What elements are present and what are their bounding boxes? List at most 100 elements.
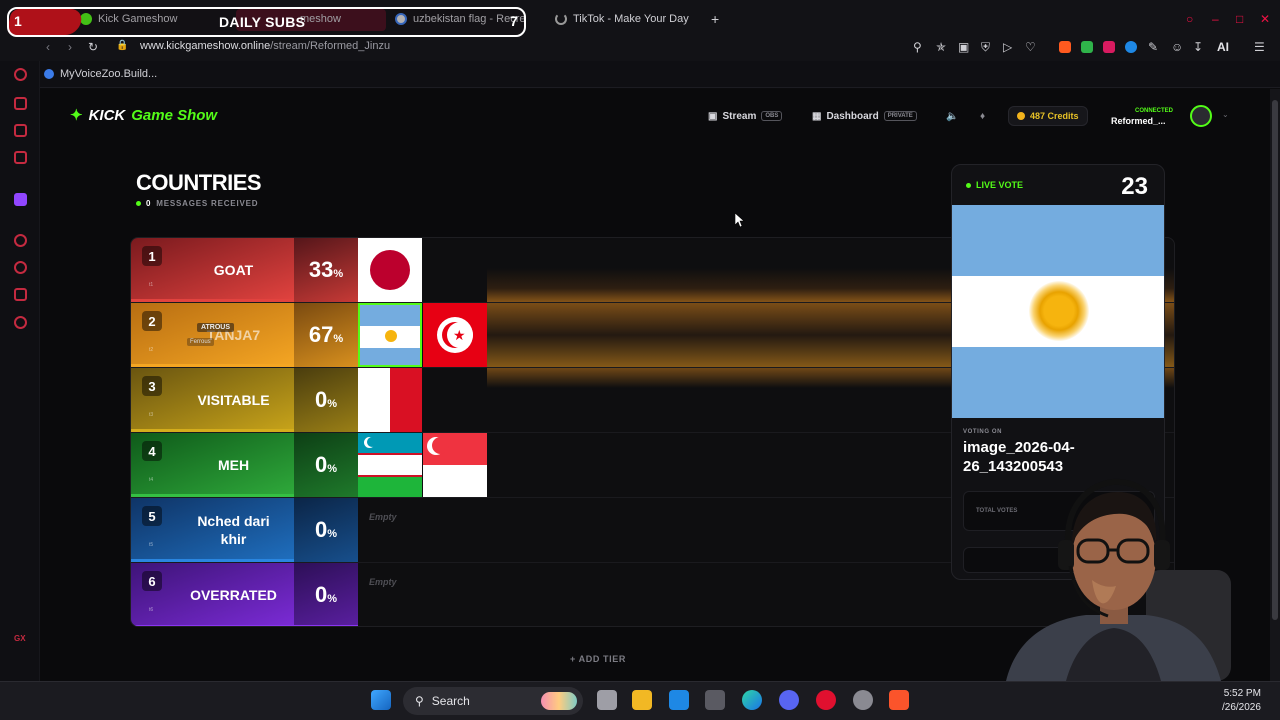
lock-icon: 🔒 (116, 40, 129, 51)
tier-sub: t4 (149, 477, 154, 483)
uzbekistan-flag-item[interactable] (358, 433, 422, 497)
tier-underbar (131, 364, 294, 367)
pct-symbol: % (327, 528, 338, 540)
sidebar-palette-icon[interactable] (14, 124, 27, 137)
sidebar-twitch-icon[interactable] (14, 193, 27, 206)
taskbar-file-explorer-icon[interactable] (632, 690, 652, 710)
pin-icon[interactable]: ✯ (936, 40, 946, 54)
reload-icon[interactable]: ↻ (88, 40, 98, 54)
taskbar-brave-icon[interactable] (889, 690, 909, 710)
search-tabs-icon[interactable]: ○ (1186, 12, 1193, 26)
add-tier-button[interactable]: + ADD TIER (570, 654, 626, 664)
tier-sub: t1 (149, 282, 154, 288)
taskbar-store-icon[interactable] (669, 690, 689, 710)
extensions-puzzle-icon[interactable]: ✎ (1148, 40, 1158, 54)
page-scroll-thumb[interactable] (1272, 100, 1278, 620)
obs-tag: OBS (761, 111, 783, 121)
url-domain: www.kickgameshow.online (140, 40, 271, 52)
tier-rank: 3 (142, 376, 162, 396)
tier-label-block[interactable]: 3 t3 VISITABLE (131, 368, 294, 432)
tier-pct-value: 0 (314, 517, 328, 542)
taskbar-search[interactable]: ⚲ Search (403, 687, 583, 715)
ai-button[interactable]: AI (1217, 40, 1229, 54)
sidebar-settings-icon[interactable] (14, 316, 27, 329)
kick-gameshow-logo[interactable]: ✦ KICK Game Show (70, 106, 218, 125)
sound-icon[interactable]: 🔈 (946, 106, 958, 126)
sidebar-player-icon[interactable] (14, 234, 27, 247)
japan-flag-item[interactable] (358, 238, 422, 302)
ai-label: AI (1217, 40, 1229, 54)
new-tab-button[interactable]: + (711, 6, 719, 32)
credits-badge[interactable]: 487 Credits (1008, 106, 1088, 126)
taskbar-clock[interactable]: 5:52 PM /26/2026 (1222, 687, 1261, 715)
tier-pct-value: 0 (314, 387, 328, 412)
heart-icon[interactable]: ♡ (1025, 40, 1036, 54)
extension-blue-icon[interactable] (1125, 41, 1137, 53)
taskbar-desktop-icon[interactable] (597, 690, 617, 710)
voting-flag-image (952, 205, 1164, 418)
sidebar-store-icon[interactable] (14, 97, 27, 110)
sidebar-extensions-icon[interactable] (14, 288, 27, 301)
tier-name: Nched dari khir (197, 512, 270, 547)
dragging-label-top: ATROUS (197, 323, 235, 332)
extension-orange-icon[interactable] (1059, 41, 1071, 53)
stream-nav-button[interactable]: ▣ Stream OBS (708, 106, 783, 126)
peru-flag-item[interactable] (358, 368, 422, 432)
singapore-stripe-white (423, 465, 487, 497)
tier-label-block[interactable]: 4 t4 MEH (131, 433, 294, 497)
snapshot-icon[interactable]: ▣ (958, 40, 969, 54)
tier-underbar (131, 559, 294, 562)
tier-label-block[interactable]: 2 t2 TANJA7 ATROUS Ferrous (131, 303, 294, 367)
tier-label-block[interactable]: 5 t5 Nched dari khir (131, 498, 294, 562)
taskbar-app-icon[interactable] (705, 690, 725, 710)
download-icon[interactable]: ↧ (1193, 40, 1203, 54)
tier-underbar (131, 494, 294, 497)
bell-icon[interactable]: ♦ (980, 106, 985, 126)
tunisia-star-icon: ★ (453, 327, 466, 343)
zoom-icon[interactable]: ⚲ (913, 40, 922, 54)
bookmark-myvoicezoo[interactable]: MyVoiceZoo.Build... (44, 68, 157, 80)
stream-nav-label: Stream (722, 110, 757, 122)
user-menu[interactable]: CONNECTED Reformed_... ⌄ (1102, 102, 1234, 130)
tier-pct-value: 33 (308, 257, 334, 282)
loading-spinner-icon (555, 13, 567, 25)
bookmark-favicon-icon (44, 69, 54, 79)
menu-icon[interactable]: ☰ (1254, 40, 1265, 54)
chevron-down-icon: ⌄ (1222, 110, 1229, 119)
pct-symbol: % (327, 398, 338, 410)
argentina-flag-item[interactable] (358, 303, 422, 367)
dashboard-nav-button[interactable]: ▦ Dashboard PRIVATE (812, 106, 917, 126)
sidebar-history-icon[interactable] (14, 261, 27, 274)
taskbar-obs-icon[interactable] (853, 690, 873, 710)
extension-pink-icon[interactable] (1103, 41, 1115, 53)
sidebar-gx-icon[interactable]: GX (14, 634, 27, 647)
tier-sub: t5 (149, 542, 154, 548)
send-icon[interactable]: ▷ (1003, 40, 1012, 54)
singapore-flag-item[interactable] (423, 433, 487, 497)
close-icon[interactable]: ✕ (1260, 12, 1270, 26)
forward-icon[interactable]: › (68, 40, 72, 54)
pct-symbol: % (333, 268, 344, 280)
shield-icon[interactable]: ⛨ (981, 40, 990, 55)
minimize-icon[interactable]: – (1212, 12, 1219, 26)
tier-percentage: 67% (294, 303, 358, 367)
taskbar-edge-icon[interactable] (742, 690, 762, 710)
tunisia-flag-item[interactable]: ★ (423, 303, 487, 367)
logo-gameshow-text: Game Show (131, 106, 218, 124)
tier-label-block[interactable]: 6 t6 OVERRATED (131, 563, 294, 626)
taskbar-opera-gx-icon[interactable] (816, 690, 836, 710)
taskbar-discord-icon[interactable] (779, 690, 799, 710)
tab-tiktok[interactable]: TikTok - Make Your Day (555, 6, 689, 32)
tier-label-block[interactable]: 1 t1 GOAT (131, 238, 294, 302)
uzbek-stripe-green (358, 477, 422, 497)
profile-icon[interactable]: ☺ (1171, 40, 1183, 54)
sidebar-speed-icon[interactable] (14, 68, 27, 81)
back-icon[interactable]: ‹ (46, 40, 50, 54)
sidebar-messenger-icon[interactable] (14, 151, 27, 164)
extension-green-icon[interactable] (1081, 41, 1093, 53)
maximize-icon[interactable]: □ (1236, 12, 1243, 26)
bookmark-label: MyVoiceZoo.Build... (60, 68, 158, 80)
windows-start-icon[interactable] (371, 690, 391, 710)
url-field[interactable]: www.kickgameshow.online/stream/Reformed_… (140, 40, 390, 52)
tier-name: OVERRATED (190, 586, 277, 603)
